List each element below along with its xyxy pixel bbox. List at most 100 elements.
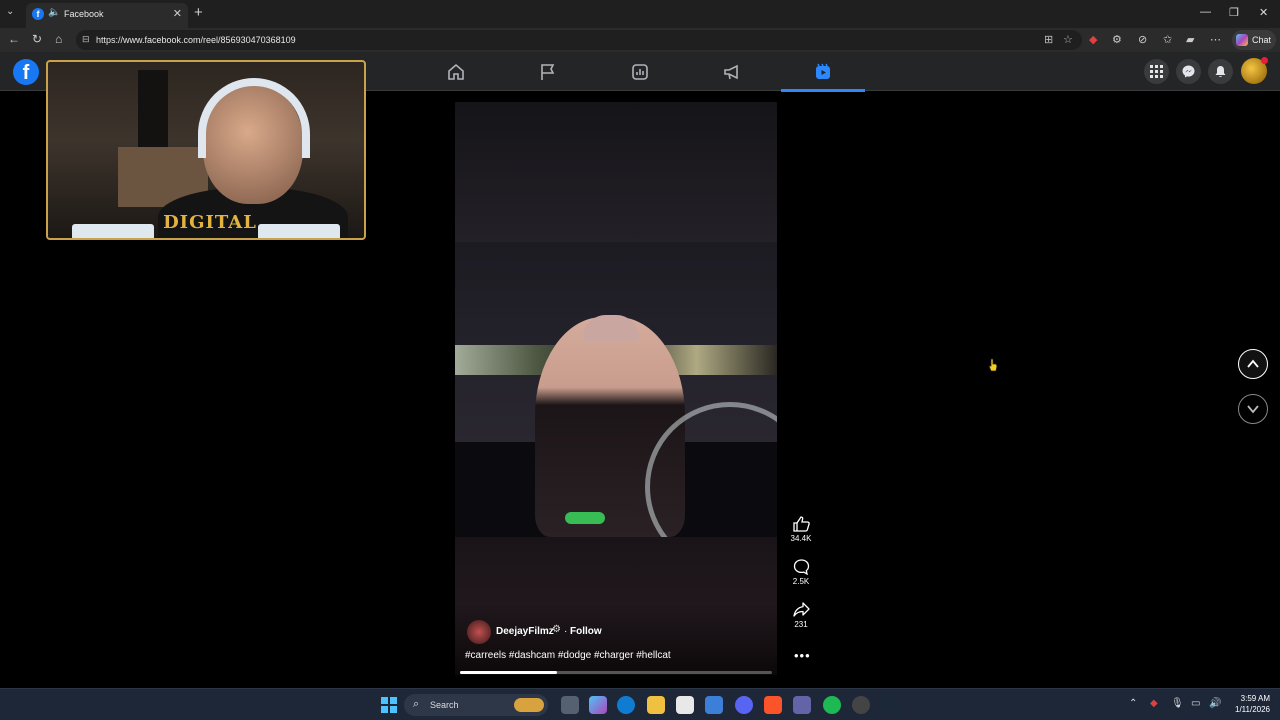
spotify-app-icon[interactable]: [823, 696, 841, 714]
overlay-plate-left: [72, 224, 154, 238]
like-icon: [792, 516, 810, 532]
author-name[interactable]: DeejayFilmz: [496, 626, 554, 637]
nav-home[interactable]: [414, 52, 498, 91]
bell-icon: [1215, 66, 1226, 77]
facebook-logo-icon[interactable]: f: [13, 59, 39, 85]
settings-more-icon[interactable]: ⋯: [1210, 33, 1221, 46]
next-reel-button[interactable]: [1238, 394, 1268, 424]
task-view-icon[interactable]: [561, 696, 579, 714]
clock-date: 1/11/2026: [1235, 705, 1270, 714]
notifications-button[interactable]: [1208, 59, 1233, 84]
messenger-button[interactable]: [1176, 59, 1201, 84]
nav-pages[interactable]: [506, 52, 590, 91]
megaphone-icon: [724, 64, 738, 80]
reader-mode-icon[interactable]: ⊞: [1044, 33, 1053, 46]
comment-button[interactable]: 2.5K: [786, 559, 816, 586]
teams-app-icon[interactable]: [793, 696, 811, 714]
nav-ads[interactable]: [690, 52, 774, 91]
favorite-star-icon[interactable]: ☆: [1063, 33, 1073, 46]
microphone-icon[interactable]: 🎙: [1171, 698, 1184, 709]
comment-icon: [793, 559, 809, 575]
start-windows-icon[interactable]: [381, 697, 397, 713]
overlay-brand-logo: DIGITAL: [163, 212, 257, 233]
copilot-app-icon[interactable]: [589, 696, 607, 714]
nav-reels[interactable]: [781, 52, 865, 92]
network-icon[interactable]: ▭: [1191, 698, 1200, 709]
discord-app-icon[interactable]: [735, 696, 753, 714]
apps-grid-icon: [1150, 65, 1163, 78]
volume-icon[interactable]: 🔊: [1209, 698, 1221, 709]
chevron-down-icon: [1247, 405, 1259, 414]
audio-playing-icon[interactable]: 🔈: [48, 7, 60, 18]
author-separator: ·: [564, 626, 568, 637]
extension-icon[interactable]: ◆: [1089, 33, 1097, 46]
windows-taskbar: ⌕ Search ⌃ ◆ 🎙 ▭ 🔊 3:59 AM 1/11/2026: [0, 688, 1280, 720]
maximize-window-icon[interactable]: ❐: [1229, 6, 1239, 19]
copilot-icon: [1236, 34, 1248, 46]
favorites-icon[interactable]: ✩: [1163, 33, 1172, 46]
close-window-icon[interactable]: ✕: [1259, 6, 1268, 19]
video-caption-gradient: [455, 602, 777, 675]
hand-cursor-icon: [988, 358, 998, 372]
site-info-icon[interactable]: ⊟: [82, 34, 90, 45]
reload-icon[interactable]: ↻: [32, 32, 42, 46]
follow-button[interactable]: Follow: [570, 626, 602, 637]
video-frame-top: [455, 102, 777, 242]
clock-time: 3:59 AM: [1240, 694, 1270, 703]
previous-reel-button[interactable]: [1238, 349, 1268, 379]
nav-dashboard[interactable]: [598, 52, 682, 91]
split-screen-icon[interactable]: ⊘: [1138, 33, 1147, 46]
headset: [198, 78, 310, 158]
notification-dot: [1261, 57, 1268, 64]
more-options-icon[interactable]: •••: [794, 648, 811, 663]
share-button[interactable]: 231: [786, 602, 816, 629]
browser-tab-strip: ⌄ f 🔈 Facebook ✕ + — ❐ ✕: [0, 0, 1280, 28]
taskbar-search-label: Search: [430, 700, 459, 710]
taskbar-search[interactable]: ⌕ Search: [404, 694, 548, 716]
author-avatar[interactable]: [467, 620, 491, 644]
browser-tab-facebook[interactable]: f 🔈 Facebook ✕: [26, 3, 188, 28]
collections-icon[interactable]: ▰: [1186, 33, 1194, 46]
chevron-up-icon: [1247, 359, 1259, 368]
menu-button[interactable]: [1144, 59, 1169, 84]
home-icon: [448, 63, 464, 80]
search-icon: ⌕: [413, 698, 420, 710]
store-app-icon[interactable]: [676, 696, 694, 714]
back-arrow-icon[interactable]: ←: [8, 32, 20, 46]
video-progress-bar[interactable]: [460, 671, 772, 674]
url-text[interactable]: https://www.facebook.com/reel/8569304703…: [96, 35, 296, 45]
edge-app-icon[interactable]: [617, 696, 635, 714]
brave-app-icon[interactable]: [764, 696, 782, 714]
webcam-overlay: DIGITAL: [46, 60, 366, 240]
reel-video[interactable]: DeejayFilmz ⚙ · Follow #carreels #dashca…: [455, 102, 777, 675]
address-bar[interactable]: ⊟ https://www.facebook.com/reel/85693047…: [76, 30, 1082, 50]
flag-icon: [541, 64, 555, 80]
tab-list-chevron-icon[interactable]: ⌄: [6, 6, 14, 17]
steam-app-icon[interactable]: [881, 696, 899, 714]
reel-caption[interactable]: #carreels #dashcam #dodge #charger #hell…: [465, 650, 671, 661]
comment-count: 2.5K: [792, 577, 810, 586]
search-highlight-icon: [514, 698, 544, 712]
new-tab-button[interactable]: +: [194, 4, 203, 21]
chat-label: Chat: [1252, 35, 1272, 45]
like-button[interactable]: 34.4K: [786, 516, 816, 543]
verified-icon: ⚙: [552, 624, 561, 635]
tab-title: Facebook: [64, 9, 104, 19]
minimize-window-icon[interactable]: —: [1200, 6, 1211, 18]
tab-close-icon[interactable]: ✕: [173, 7, 182, 20]
tray-overflow-icon[interactable]: ⌃: [1129, 698, 1137, 709]
home-button-icon[interactable]: ⌂: [55, 32, 62, 46]
extensions-puzzle-icon[interactable]: ⚙: [1112, 33, 1122, 46]
file-explorer-icon[interactable]: [647, 696, 665, 714]
system-clock[interactable]: 3:59 AM 1/11/2026: [1226, 693, 1270, 715]
facebook-favicon-icon: f: [32, 8, 44, 20]
profile-avatar[interactable]: [1241, 57, 1268, 84]
copilot-chat-button[interactable]: Chat: [1232, 30, 1276, 50]
chatgpt-app-icon[interactable]: [852, 696, 870, 714]
tray-app-icon[interactable]: ◆: [1150, 698, 1158, 709]
mail-app-icon[interactable]: [705, 696, 723, 714]
overlay-plate-right: [258, 224, 340, 238]
reels-icon: [816, 63, 830, 79]
video-progress-fill: [460, 671, 557, 674]
like-count: 34.4K: [790, 534, 812, 543]
